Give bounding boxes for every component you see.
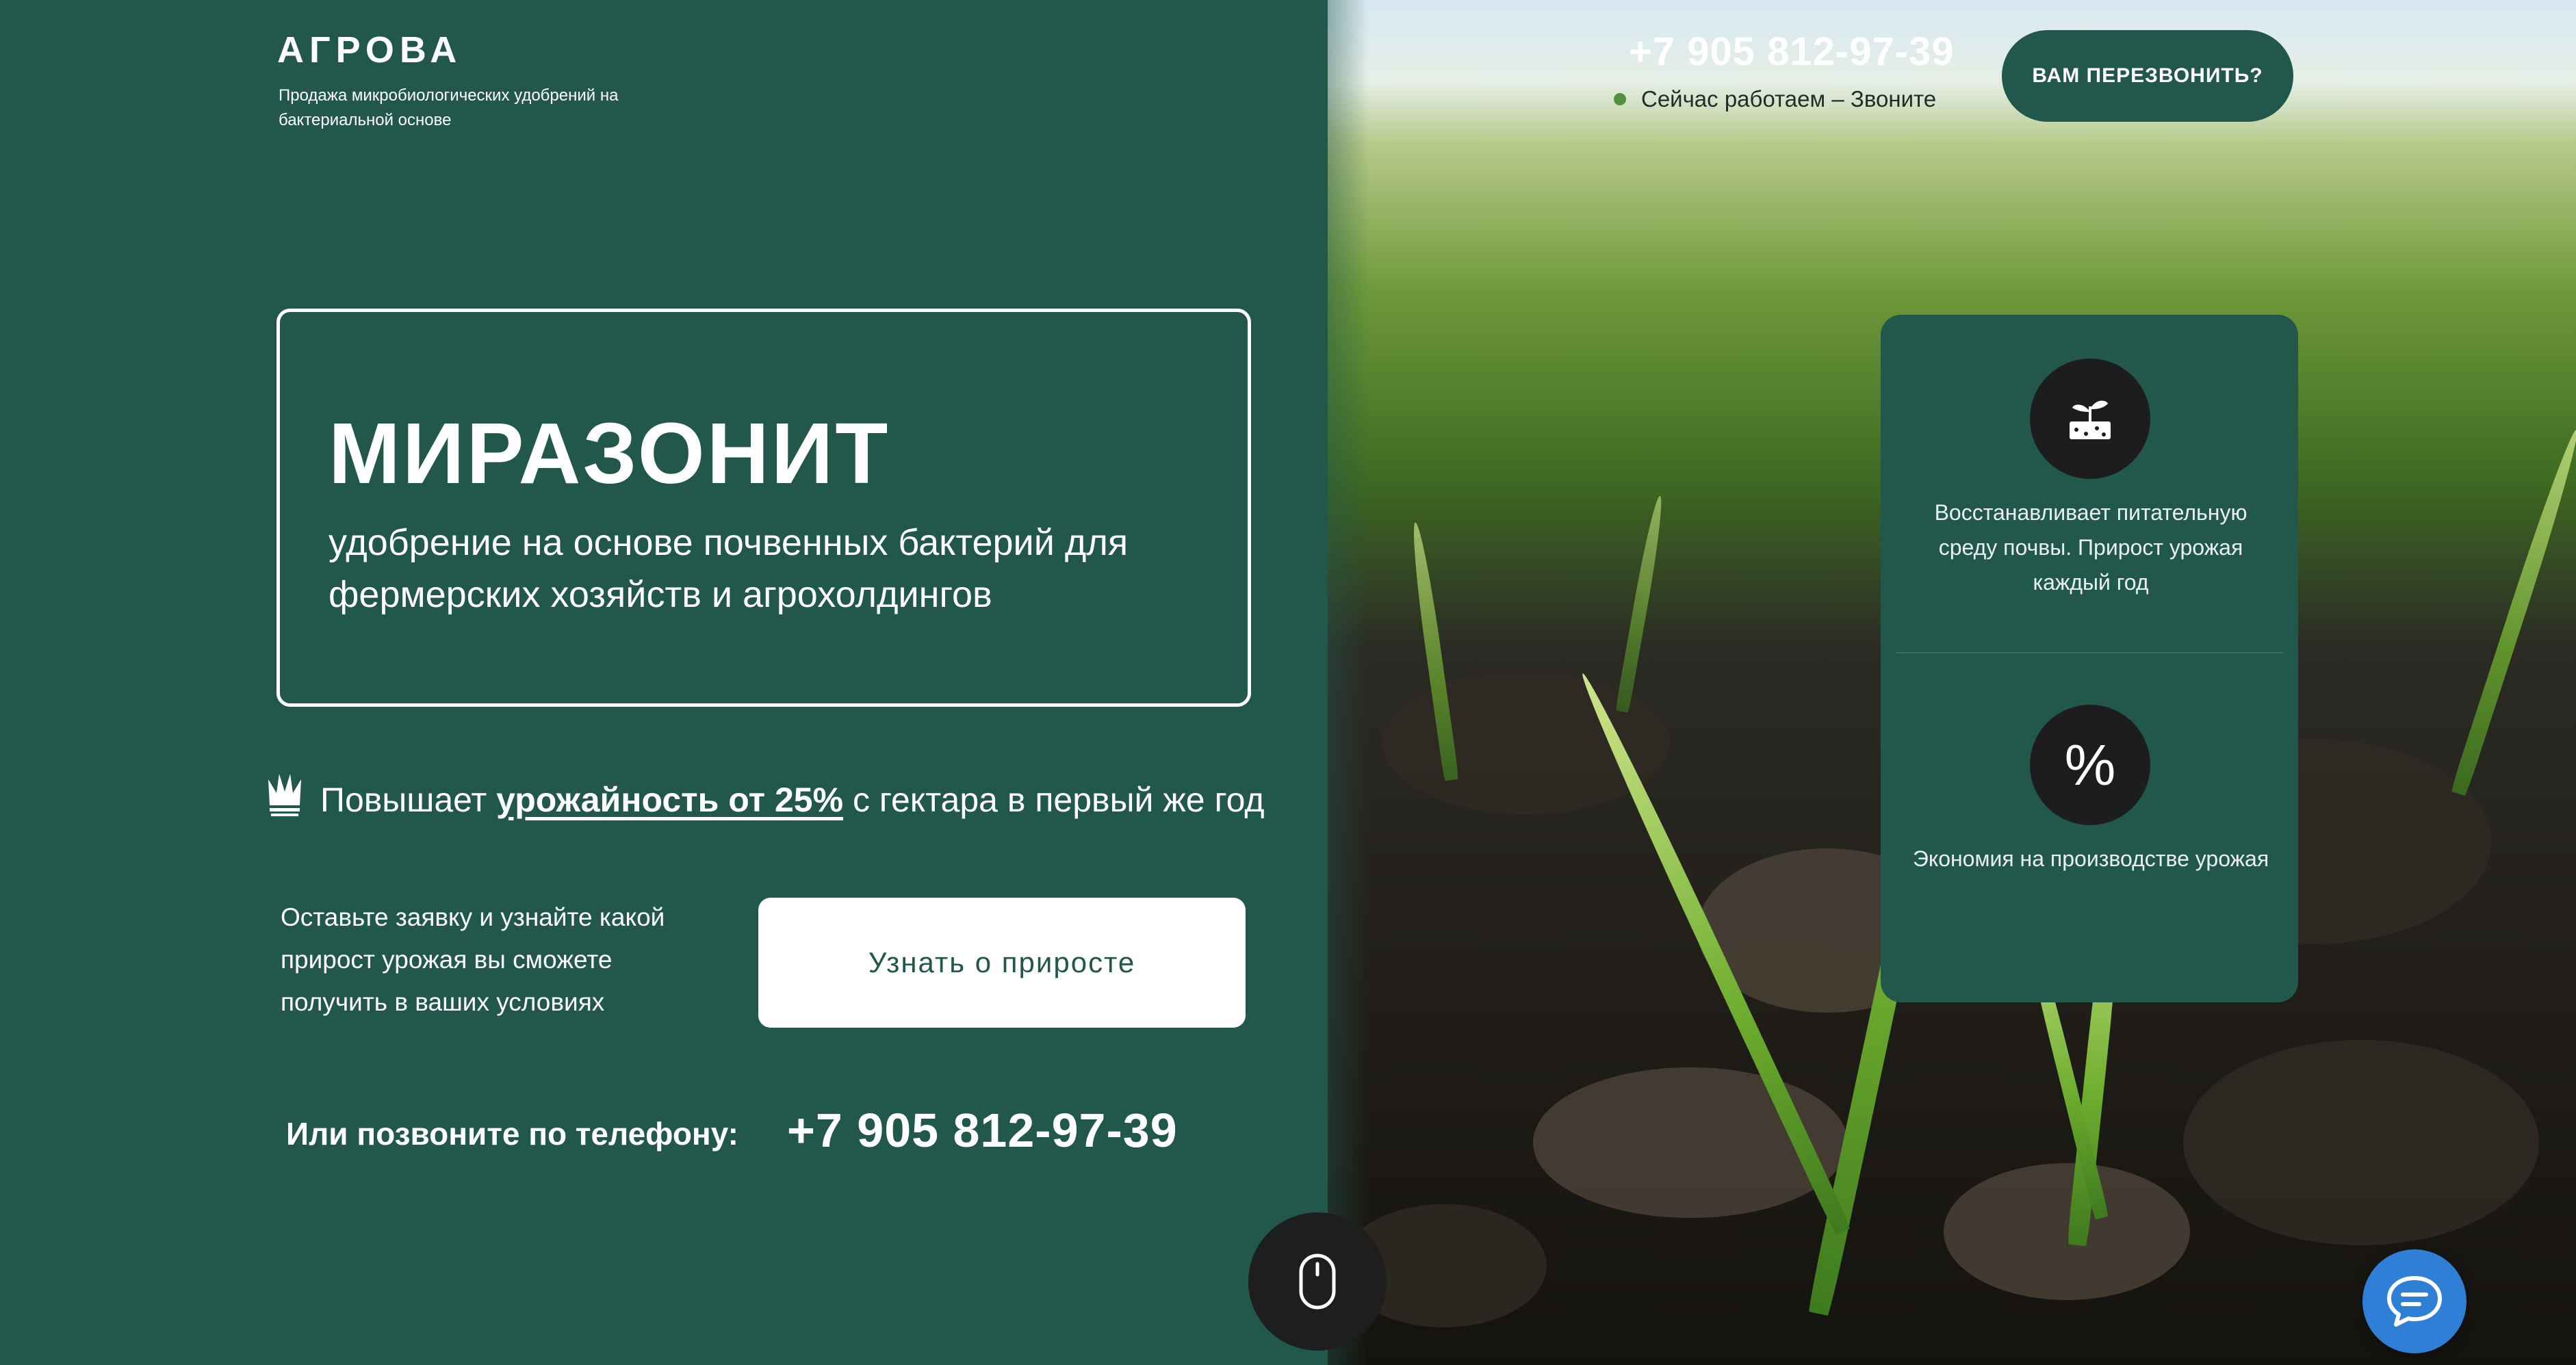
benefit-prefix: Повышает bbox=[320, 781, 497, 819]
sprout-soil-icon bbox=[2030, 359, 2150, 479]
call-label: Или позвоните по телефону: bbox=[286, 1116, 739, 1152]
product-brand-logo: МИРАЗОНИТ bbox=[329, 405, 890, 502]
feature-text-economy: Экономия на производстве урожая bbox=[1912, 846, 2269, 871]
photo-fade-overlay bbox=[1273, 0, 1369, 1365]
hero-box bbox=[276, 309, 1251, 707]
benefit-highlight: урожайность от 25% bbox=[496, 781, 844, 819]
benefit-suffix: с гектара в первый же год bbox=[843, 781, 1265, 819]
wheat-crown-icon bbox=[268, 774, 301, 816]
header-phone-link[interactable]: +7 905 812-97-39 bbox=[1629, 29, 1955, 75]
scroll-down-button[interactable] bbox=[1248, 1212, 1387, 1351]
benefit-line: Повышает урожайность от 25% с гектара в … bbox=[320, 780, 1265, 820]
work-status: Сейчас работаем – Звоните bbox=[1614, 86, 1936, 112]
callback-button[interactable]: ВАМ ПЕРЕЗВОНИТЬ? bbox=[2002, 30, 2293, 122]
product-description: удобрение на основе почвенных бактерий д… bbox=[329, 522, 1129, 615]
learn-growth-button[interactable]: Узнать о приросте bbox=[758, 898, 1246, 1028]
chat-widget-button[interactable] bbox=[2362, 1249, 2466, 1353]
site-logo[interactable]: АГРОВА bbox=[277, 29, 462, 71]
work-status-text: Сейчас работаем – Звоните bbox=[1641, 86, 1937, 112]
cta-description: Оставьте заявку и узнайте какой прирост … bbox=[281, 903, 665, 1016]
status-online-dot-icon bbox=[1614, 93, 1626, 105]
feature-text-soil: Восстанавливает питательную среду почвы.… bbox=[1934, 500, 2247, 595]
card-divider bbox=[1896, 652, 2283, 653]
bottom-phone-link[interactable]: +7 905 812-97-39 bbox=[787, 1103, 1178, 1158]
mouse-icon bbox=[1299, 1253, 1336, 1310]
percent-icon: % bbox=[2030, 705, 2150, 825]
chat-bubble-icon bbox=[2387, 1276, 2442, 1327]
logo-subtitle: Продажа микробиологических удобрений на … bbox=[279, 86, 619, 129]
